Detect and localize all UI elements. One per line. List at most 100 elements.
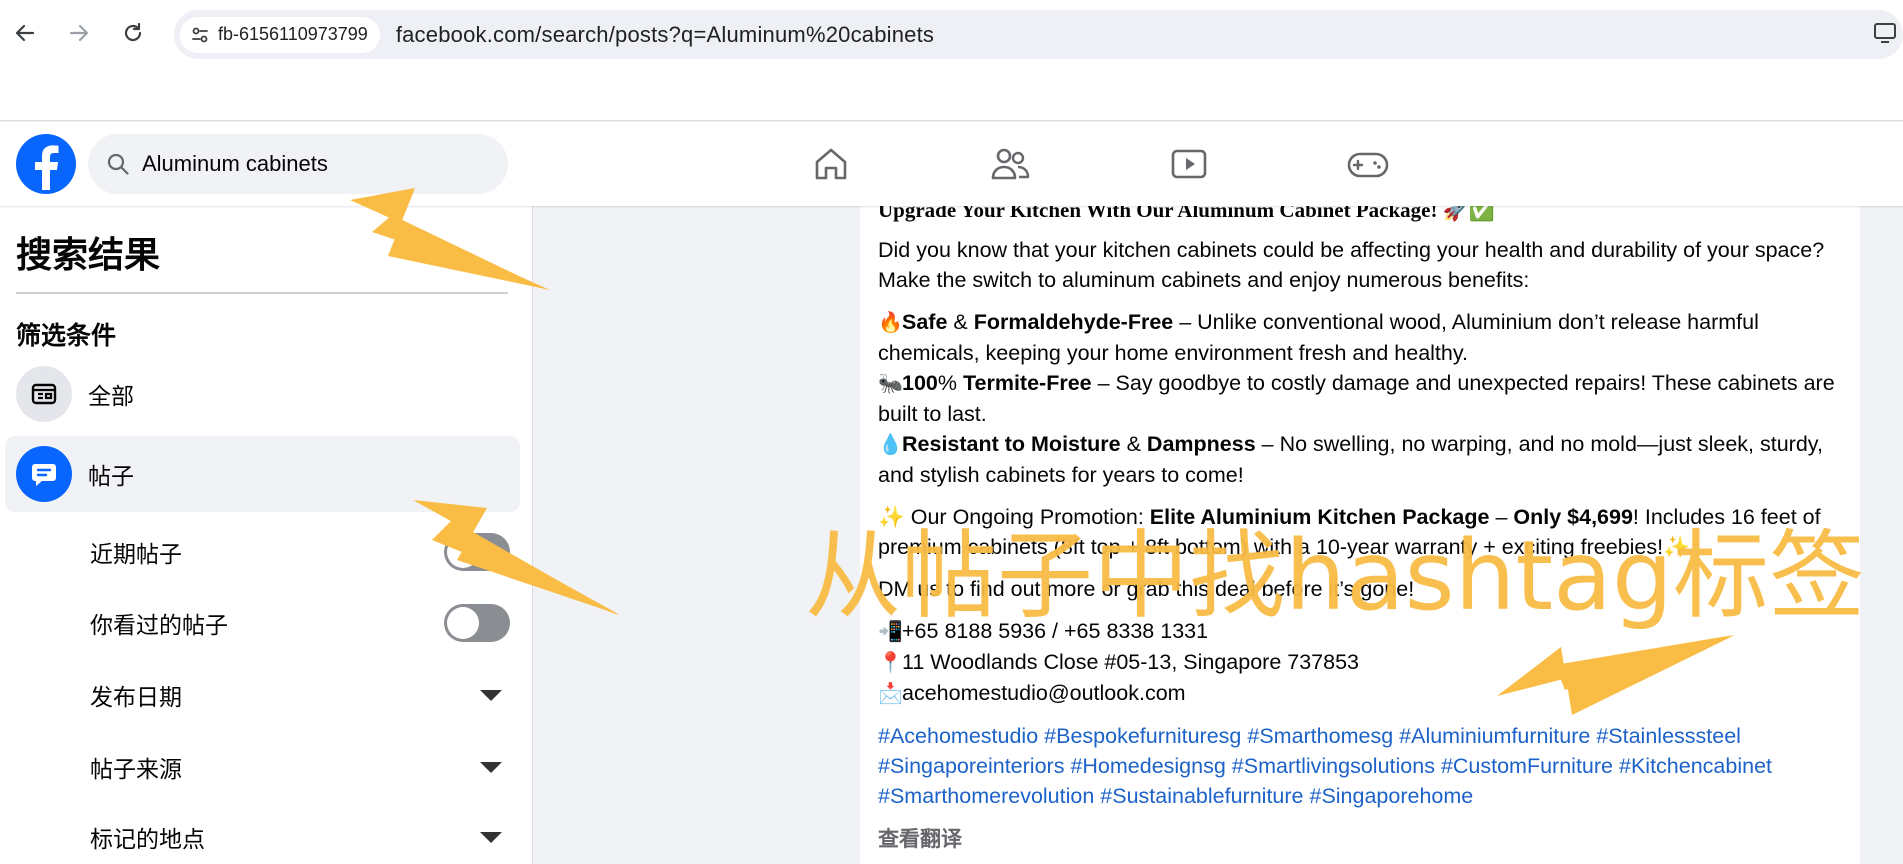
filter-label: 近期帖子	[90, 541, 182, 567]
gaming-icon	[1347, 152, 1389, 178]
benefit-bold: 100	[902, 371, 938, 395]
nav-home-button[interactable]	[801, 138, 861, 190]
hashtag-link[interactable]: #Aluminiumfurniture	[1399, 724, 1590, 748]
filter-seen-posts[interactable]: 你看过的帖子	[90, 595, 510, 651]
chevron-down-icon[interactable]	[480, 689, 502, 701]
fire-icon: 🔥	[878, 312, 903, 334]
hashtag-link[interactable]: #CustomFurniture	[1441, 754, 1613, 778]
contact-phone: 📲+65 8188 5936 / +65 8338 1331	[878, 616, 1848, 647]
hashtag-link[interactable]: #Bespokefurnituresg	[1044, 724, 1241, 748]
ant-icon: 🐜	[878, 373, 903, 395]
posts-icon	[32, 464, 56, 486]
toggle-knob	[447, 536, 479, 568]
monitor-icon	[1874, 23, 1896, 43]
url-text[interactable]: facebook.com/search/posts?q=Aluminum%20c…	[396, 22, 934, 48]
hashtag-link[interactable]: #Acehomestudio	[878, 724, 1038, 748]
contact-text[interactable]: acehomestudio@outlook.com	[902, 681, 1186, 705]
filter-tagged-location[interactable]: 标记的地点	[90, 809, 510, 864]
benefit-text: &	[1120, 432, 1147, 456]
search-input[interactable]	[142, 151, 482, 177]
contact-text[interactable]: +65 8188 5936 / +65 8338 1331	[902, 619, 1208, 643]
hashtag-link[interactable]: #Smarthomesg	[1247, 724, 1393, 748]
reload-icon	[124, 22, 142, 42]
benefit-item: 🐜100% Termite-Free – Say goodbye to cost…	[878, 368, 1848, 429]
filters-heading: 筛选条件	[16, 322, 117, 350]
post-body: Upgrade Your Kitchen With Our Aluminum C…	[878, 197, 1848, 855]
hashtag-link[interactable]: #Stainlesssteel	[1596, 724, 1741, 748]
droplet-icon: 💧	[878, 434, 903, 456]
site-chip-label: fb-6156110973799	[218, 24, 368, 44]
sidebar-item-label: 帖子	[88, 463, 134, 489]
benefit-bold: Resistant to Moisture	[902, 432, 1121, 456]
hashtag-link[interactable]: #Singaporeinteriors	[878, 754, 1064, 778]
back-button[interactable]	[9, 17, 41, 49]
filter-date-posted[interactable]: 发布日期	[90, 667, 510, 723]
chevron-down-icon[interactable]	[480, 761, 502, 773]
site-info-chip[interactable]: fb-6156110973799	[180, 16, 380, 53]
filter-recent-posts[interactable]: 近期帖子	[90, 524, 510, 580]
benefit-bold: Formaldehyde-Free	[973, 310, 1174, 334]
browser-spacer	[0, 68, 1903, 121]
hashtag-link[interactable]: #Smartlivingsolutions	[1232, 754, 1435, 778]
benefit-bold: Termite-Free	[962, 371, 1092, 395]
hashtag-link[interactable]: #Homedesignsg	[1070, 754, 1225, 778]
filter-label: 标记的地点	[90, 826, 205, 852]
benefit-bold: Safe	[902, 310, 948, 334]
contact-address: 📍11 Woodlands Close #05-13, Singapore 73…	[878, 647, 1848, 678]
hashtag-link[interactable]: #Sustainablefurniture	[1100, 784, 1303, 808]
envelope-icon: 📩	[878, 683, 903, 705]
post-intro: Did you know that your kitchen cabinets …	[878, 238, 1825, 292]
chevron-down-icon[interactable]	[480, 831, 502, 843]
hashtag-link[interactable]: #Smarthomerevolution	[878, 784, 1094, 808]
sidebar-item-posts[interactable]: 帖子	[5, 436, 520, 512]
contact-list: 📲+65 8188 5936 / +65 8338 1331 📍11 Woodl…	[878, 616, 1848, 709]
contact-text: 11 Woodlands Close #05-13, Singapore 737…	[902, 650, 1360, 674]
tune-icon	[192, 27, 208, 42]
benefit-text: %	[937, 371, 963, 395]
search-filters-sidebar: 搜索结果 筛选条件 全部 帖子 近期帖子 你看过的帖子 发布日期 帖子来源 标记…	[0, 206, 533, 864]
browser-toolbar: fb-6156110973799 facebook.com/search/pos…	[0, 0, 1903, 68]
page-title: 搜索结果	[16, 234, 161, 275]
benefit-item: 🔥Safe & Formaldehyde-Free – Unlike conve…	[878, 307, 1848, 368]
post-card: Upgrade Your Kitchen With Our Aluminum C…	[860, 195, 1860, 864]
friends-icon	[991, 148, 1030, 180]
promo-paragraph: ✨ Our Ongoing Promotion: Elite Aluminium…	[878, 502, 1848, 562]
benefit-text: &	[947, 310, 974, 334]
hashtag-link[interactable]: #Kitchencabinet	[1619, 754, 1772, 778]
promo-bold: Elite Aluminium Kitchen Package	[1149, 505, 1490, 529]
promo-text: Our Ongoing Promotion:	[904, 505, 1150, 529]
benefit-item: 💧Resistant to Moisture & Dampness – No s…	[878, 429, 1848, 490]
sidebar-item-all[interactable]: 全部	[5, 356, 520, 432]
nav-gaming-button[interactable]	[1338, 138, 1398, 190]
sparkles-icon: ✨	[1663, 535, 1690, 559]
facebook-logo[interactable]	[16, 134, 76, 194]
back-arrow-icon	[15, 24, 35, 42]
recent-posts-toggle[interactable]	[444, 533, 510, 571]
filter-post-source[interactable]: 帖子来源	[90, 739, 510, 795]
contact-email: 📩acehomestudio@outlook.com	[878, 678, 1848, 709]
hashtag-link[interactable]: #Singaporehome	[1309, 784, 1473, 808]
toggle-knob	[447, 607, 479, 639]
forward-button[interactable]	[63, 17, 95, 49]
promo-bold: Only $4,699	[1513, 505, 1633, 529]
pin-icon: 📍	[878, 652, 903, 674]
facebook-search-box[interactable]	[88, 134, 508, 194]
facebook-header	[0, 122, 1903, 206]
see-translation-link[interactable]: 查看翻译	[878, 825, 1848, 855]
sparkles-icon: ✨	[878, 505, 905, 529]
sidebar-divider	[16, 292, 508, 294]
sidebar-item-label: 全部	[88, 383, 134, 409]
nav-video-button[interactable]	[1159, 138, 1219, 190]
cast-button[interactable]	[1873, 20, 1899, 51]
benefit-bold: Dampness	[1146, 432, 1256, 456]
address-bar[interactable]: fb-6156110973799 facebook.com/search/pos…	[174, 10, 1903, 59]
all-results-icon-wrap	[16, 366, 72, 422]
facebook-f-icon	[35, 145, 59, 190]
home-icon	[815, 148, 847, 180]
video-icon	[1171, 149, 1207, 179]
seen-posts-toggle[interactable]	[444, 604, 510, 642]
nav-friends-button[interactable]	[980, 138, 1040, 190]
filter-label: 帖子来源	[90, 756, 182, 782]
reload-button[interactable]	[117, 17, 149, 49]
phone-icon: 📲	[878, 621, 903, 643]
